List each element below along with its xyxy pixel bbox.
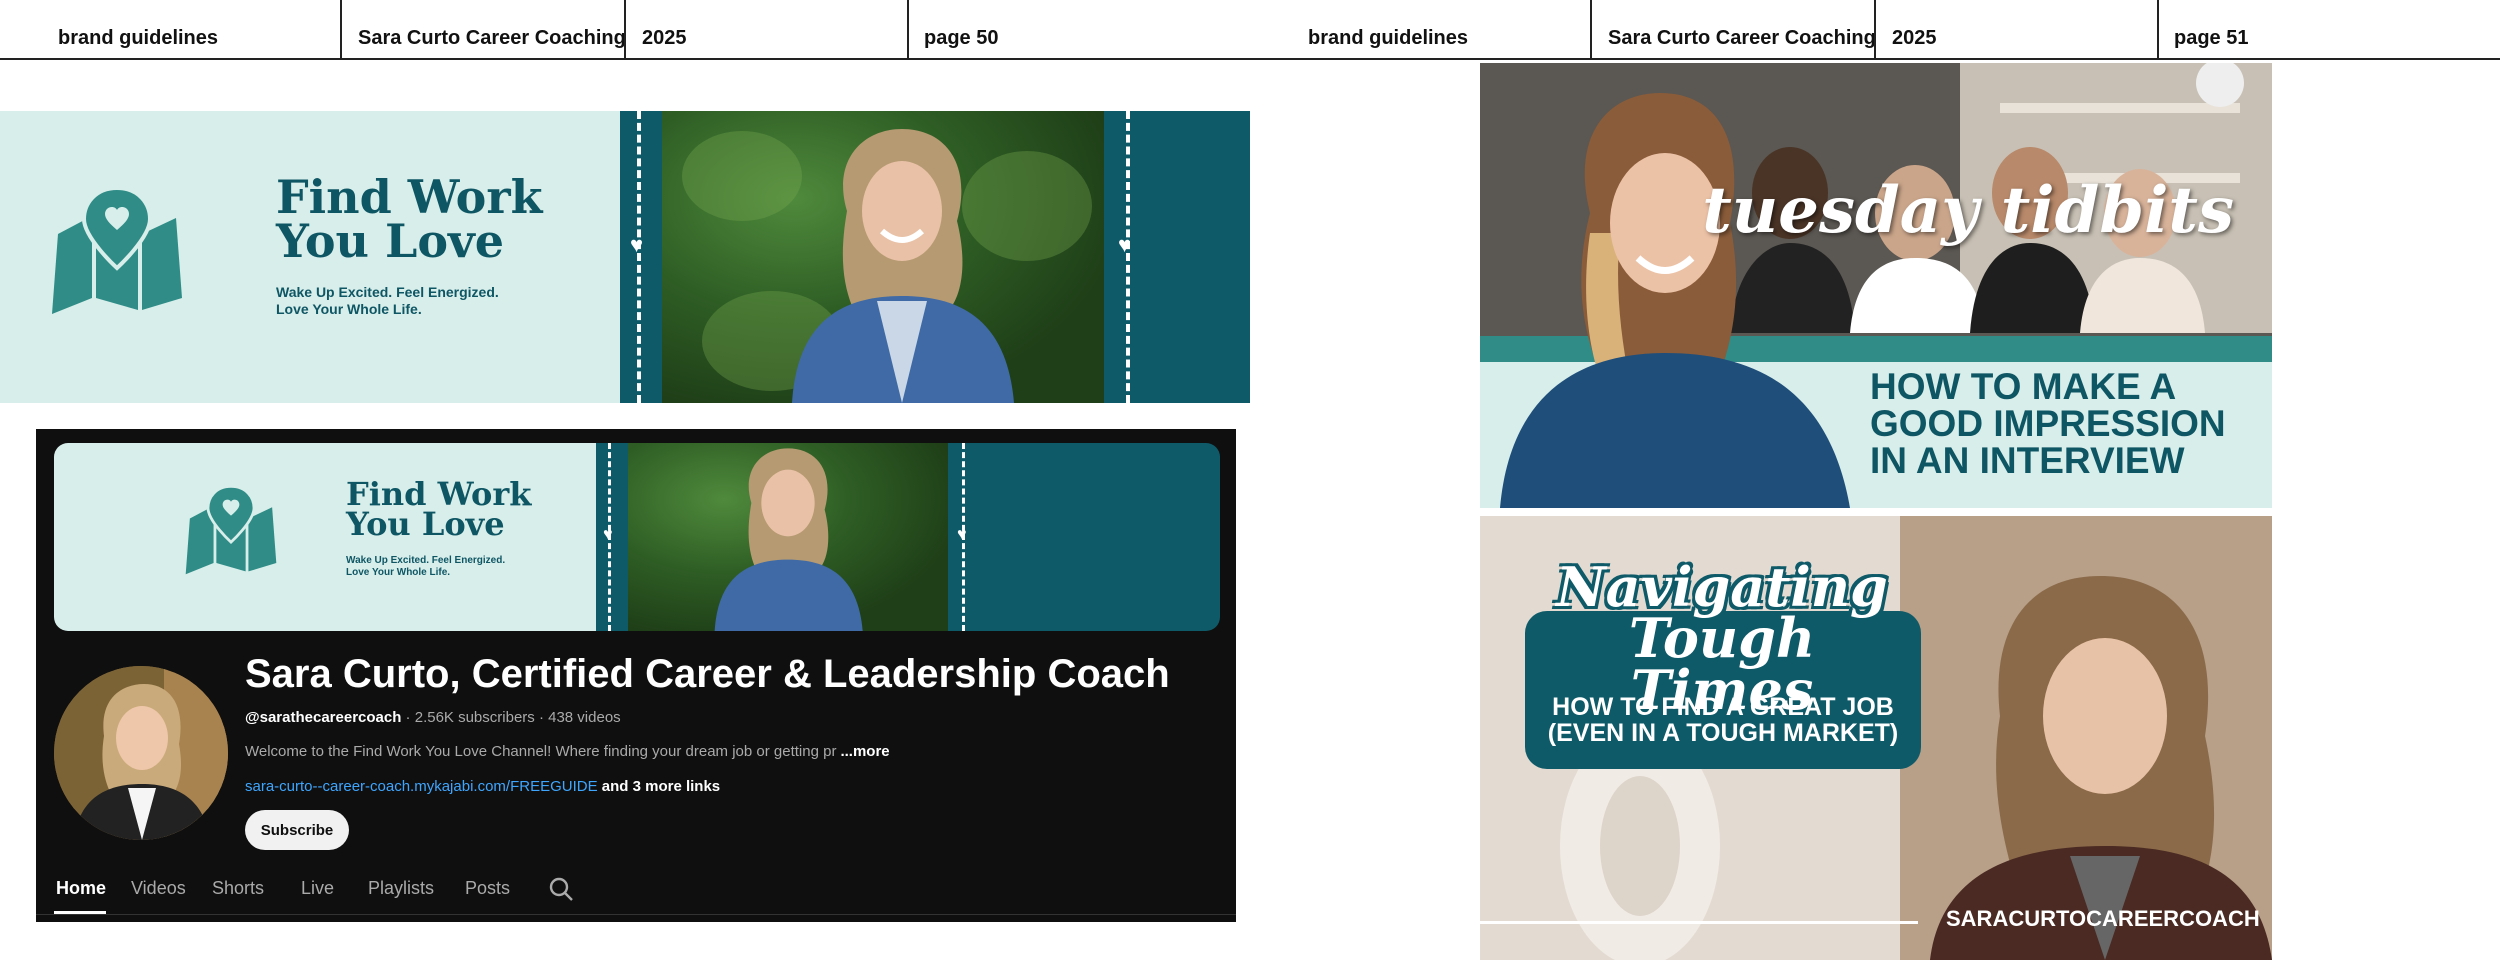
map-pin-heart-icon	[185, 485, 277, 575]
yt-banner-tagline-line1: Wake Up Excited. Feel Energized.	[346, 555, 506, 566]
banner-tagline-line1: Wake Up Excited. Feel Energized.	[276, 284, 499, 300]
coach-portrait	[1500, 93, 1850, 508]
header-page: page 50	[924, 27, 999, 49]
tab-posts[interactable]: Posts	[465, 878, 510, 899]
banner-teal-strip-left	[620, 111, 662, 403]
banner-title-line2: You Love	[276, 213, 505, 268]
yt-banner-teal-strip-right	[948, 443, 1220, 631]
channel-links-row: sara-curto--career-coach.mykajabi.com/FR…	[245, 778, 720, 795]
thumb1-headline-line2: GOOD IMPRESSION	[1870, 403, 2226, 444]
heart-icon: ♥	[957, 526, 967, 543]
header-brand: brand guidelines	[58, 27, 219, 49]
tab-shorts[interactable]: Shorts	[212, 878, 264, 899]
channel-description-row: Welcome to the Find Work You Love Channe…	[245, 743, 890, 760]
coach-figure	[714, 448, 863, 631]
header-divider	[907, 0, 909, 58]
header-company: Sara Curto Career Coaching	[1608, 27, 1876, 49]
thumb1-headline-line1: HOW TO MAKE A	[1870, 366, 2177, 407]
thumb1-script-title: tuesday tidbits	[1702, 173, 2234, 248]
description-more-link[interactable]: ...more	[840, 743, 889, 760]
tab-home[interactable]: Home	[56, 878, 106, 899]
yt-banner-title: Find Work You Love	[346, 478, 531, 544]
search-icon[interactable]	[548, 876, 574, 902]
dashed-divider	[1126, 111, 1130, 403]
thumbnail-tuesday-tidbits: tuesday tidbits HOW TO MAKE A GOOD IMPRE…	[1480, 63, 2272, 508]
yt-banner: Find Work You Love Wake Up Excited. Feel…	[54, 443, 1220, 631]
channel-name: Sara Curto, Certified Career & Leadershi…	[245, 652, 1170, 696]
channel-meta: @sarathecareercoach · 2.56K subscribers …	[245, 709, 621, 726]
subscribe-button[interactable]: Subscribe	[245, 810, 349, 850]
heart-icon: ♥	[630, 232, 644, 257]
header-year: 2025	[1892, 27, 1937, 49]
thumb1-headline-line3: IN AN INTERVIEW	[1870, 440, 2185, 481]
tab-bar-divider	[36, 914, 1236, 915]
header-year: 2025	[642, 27, 687, 49]
banner-title: Find Work You Love	[276, 174, 542, 268]
banner-tagline: Wake Up Excited. Feel Energized. Love Yo…	[276, 284, 499, 318]
page-header-right: brand guidelines Sara Curto Career Coach…	[1250, 0, 2500, 60]
thumbnail-navigating-tough-times: Navigating Tough Times HOW TO FIND A GRE…	[1480, 516, 2272, 960]
tab-videos[interactable]: Videos	[131, 878, 186, 899]
header-divider	[624, 0, 626, 58]
heart-icon: ♥	[1118, 232, 1132, 257]
header-brand: brand guidelines	[1308, 27, 1469, 49]
thumb2-subtitle: HOW TO FIND A GREAT JOB (EVEN IN A TOUGH…	[1525, 694, 1921, 747]
yt-banner-title-line2: You Love	[346, 505, 505, 544]
header-company: Sara Curto Career Coaching	[358, 27, 626, 49]
coach-figure	[792, 129, 1014, 403]
channel-avatar[interactable]	[54, 666, 228, 840]
header-divider	[340, 0, 342, 58]
coach-photo	[662, 111, 1104, 403]
header-divider	[2157, 0, 2159, 58]
map-pin-heart-icon	[52, 186, 182, 314]
header-divider	[1590, 0, 1592, 58]
thumb2-sub-line1: HOW TO FIND A GREAT JOB	[1552, 693, 1894, 721]
thumb2-handle: SARACURTOCAREERCOACH	[1946, 906, 2260, 931]
thumb1-headline: HOW TO MAKE A GOOD IMPRESSION IN AN INTE…	[1870, 368, 2226, 479]
yt-banner-tagline-line2: Love Your Whole Life.	[346, 567, 451, 578]
channel-description: Welcome to the Find Work You Love Channe…	[245, 743, 837, 760]
channel-handle: @sarathecareercoach	[245, 709, 402, 726]
header-page: page 51	[2174, 27, 2249, 49]
heart-icon: ♥	[603, 526, 613, 543]
channel-link[interactable]: sara-curto--career-coach.mykajabi.com/FR…	[245, 778, 598, 795]
header-divider	[1874, 0, 1876, 58]
banner-tagline-line2: Love Your Whole Life.	[276, 300, 422, 317]
tab-playlists[interactable]: Playlists	[368, 878, 434, 899]
thumb2-white-rule	[1480, 921, 1918, 924]
yt-coach-photo	[628, 443, 948, 631]
tab-live[interactable]: Live	[301, 878, 334, 899]
dashed-divider	[637, 111, 641, 403]
more-links[interactable]: and 3 more links	[598, 778, 720, 795]
yt-banner-tagline: Wake Up Excited. Feel Energized. Love Yo…	[346, 555, 505, 579]
page-header-left: brand guidelines Sara Curto Career Coach…	[0, 0, 1250, 60]
thumb2-sub-line2: (EVEN IN A TOUGH MARKET)	[1547, 719, 1899, 748]
channel-stats: · 2.56K subscribers · 438 videos	[401, 709, 621, 726]
